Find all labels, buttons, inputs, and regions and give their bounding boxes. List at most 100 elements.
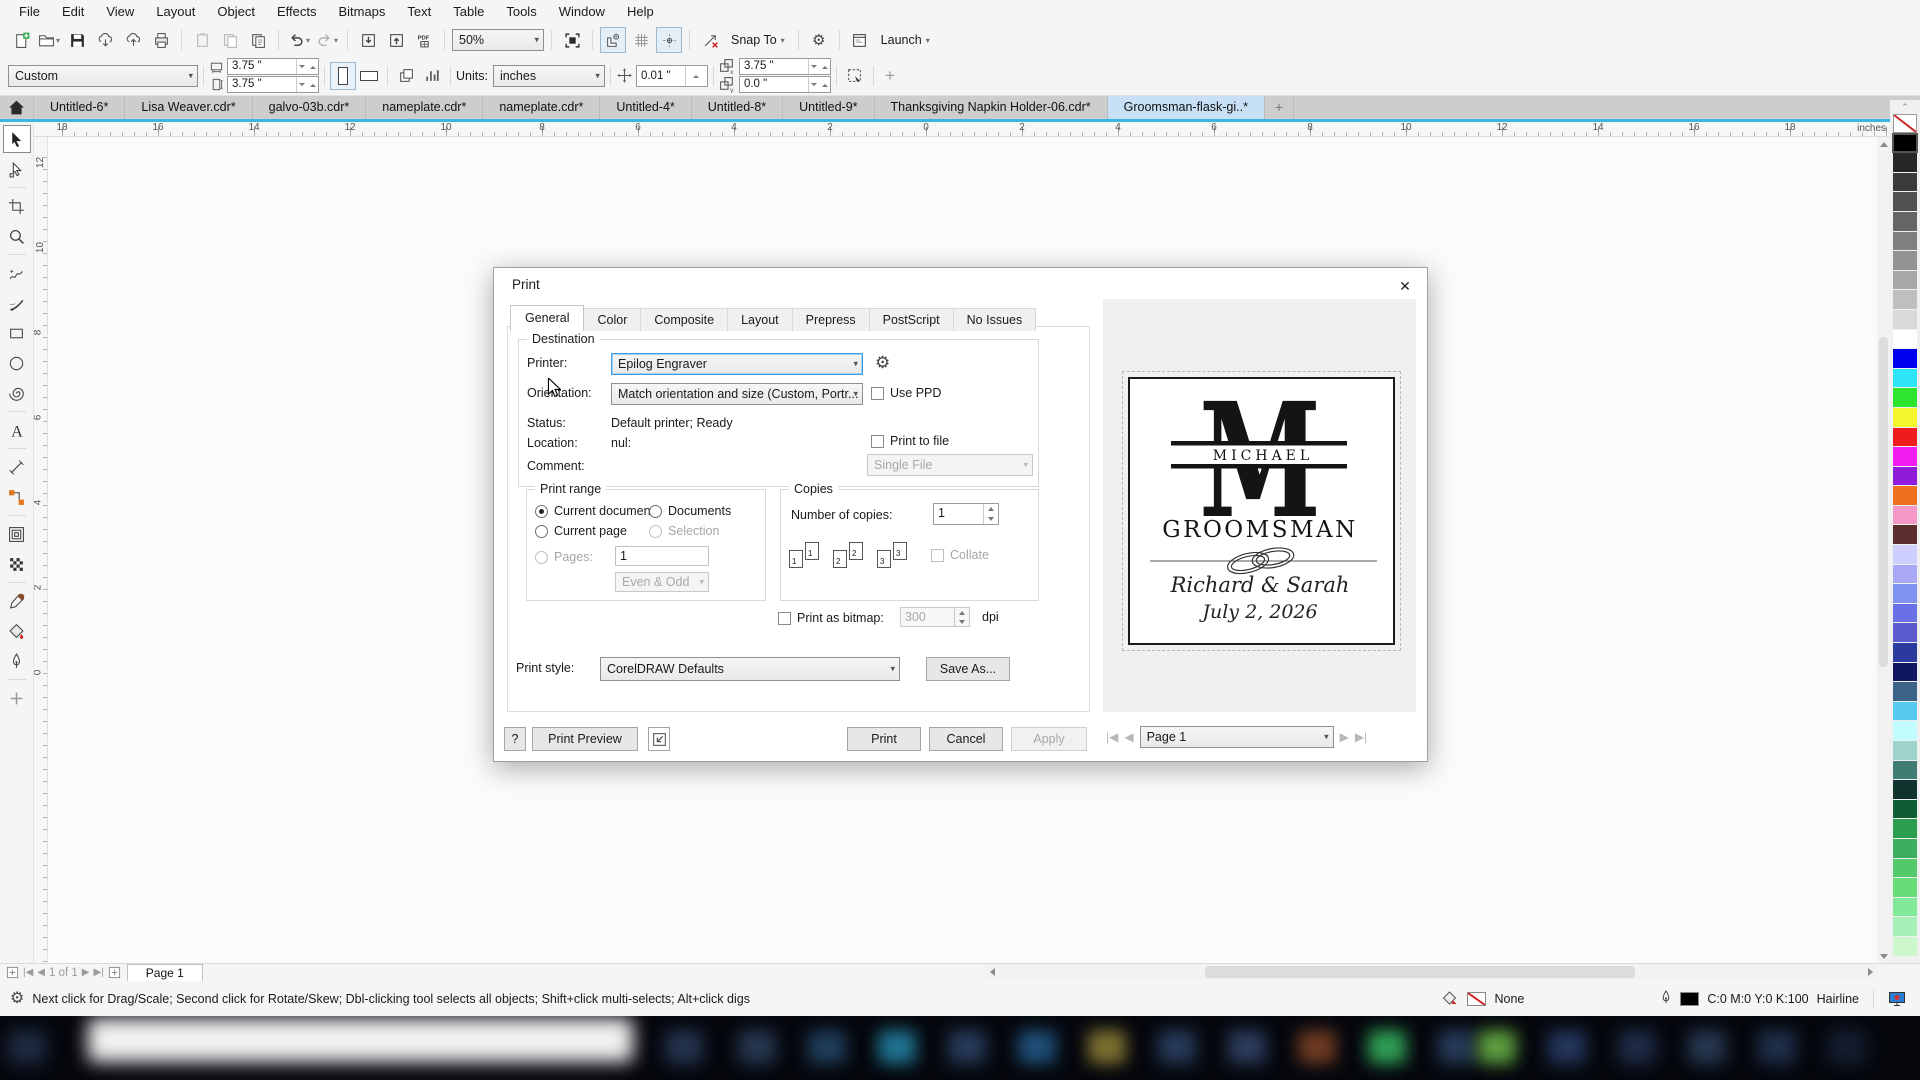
export-button[interactable] xyxy=(383,27,409,53)
color-swatch[interactable] xyxy=(1893,153,1917,172)
dialog-tab-postscript[interactable]: PostScript xyxy=(868,308,954,331)
taskbar-app-icon[interactable] xyxy=(1758,1030,1796,1064)
color-swatch[interactable] xyxy=(1893,270,1917,290)
print-button[interactable] xyxy=(148,27,174,53)
color-swatch[interactable] xyxy=(1893,584,1917,603)
spiral-tool[interactable] xyxy=(3,379,31,407)
palette-scroll-up[interactable]: ⌃ xyxy=(1890,100,1920,114)
color-swatch[interactable] xyxy=(1893,682,1917,701)
eyedropper-tool[interactable] xyxy=(3,587,31,615)
color-swatch[interactable] xyxy=(1893,290,1917,309)
first-page-button[interactable]: |◀ xyxy=(23,967,33,978)
horizontal-scroll-thumb[interactable] xyxy=(1205,966,1635,978)
color-swatch[interactable] xyxy=(1893,309,1917,329)
dialog-tab-color[interactable]: Color xyxy=(583,308,642,331)
color-swatch[interactable] xyxy=(1893,799,1917,819)
units-select[interactable]: inches xyxy=(492,64,605,87)
new-document-button[interactable] xyxy=(8,27,34,53)
color-swatch[interactable] xyxy=(1893,780,1917,799)
dialog-close-button[interactable]: ✕ xyxy=(1393,275,1417,297)
portrait-button[interactable] xyxy=(330,61,356,90)
rectangle-tool[interactable] xyxy=(3,319,31,347)
color-swatch[interactable] xyxy=(1893,662,1917,682)
dialog-tab-general[interactable]: General xyxy=(510,305,585,331)
scroll-left-arrow[interactable] xyxy=(985,964,999,980)
document-tab-thanksgiving-napkin-holder-06-cdr-[interactable]: Thanksgiving Napkin Holder-06.cdr* xyxy=(875,96,1108,119)
document-tab-untitled-9-[interactable]: Untitled-9* xyxy=(783,96,875,119)
artistic-media-tool[interactable] xyxy=(3,289,31,317)
document-tab-groomsman-flask-gi-[interactable]: Groomsman-flask-gi..* xyxy=(1107,96,1265,119)
color-swatch-none[interactable] xyxy=(1893,114,1917,133)
taskbar-app-icon[interactable] xyxy=(1618,1030,1656,1064)
dialog-tab-prepress[interactable]: Prepress xyxy=(791,308,870,331)
add-page-icon[interactable] xyxy=(6,966,19,979)
orientation-select[interactable]: Match orientation and size (Custom, Port… xyxy=(611,383,863,405)
welcome-screen-tab[interactable] xyxy=(0,96,34,119)
color-swatch[interactable] xyxy=(1893,603,1917,623)
taskbar-app-icon[interactable] xyxy=(8,1030,46,1064)
menu-tools[interactable]: Tools xyxy=(495,0,547,24)
cancel-button[interactable]: Cancel xyxy=(929,727,1003,751)
taskbar-app-icon[interactable] xyxy=(1298,1030,1336,1064)
connector-tool[interactable] xyxy=(3,483,31,511)
menu-window[interactable]: Window xyxy=(548,0,616,24)
menu-effects[interactable]: Effects xyxy=(266,0,328,24)
color-swatch[interactable] xyxy=(1893,388,1917,407)
documents-radio-row[interactable]: Documents xyxy=(649,504,731,518)
color-swatch[interactable] xyxy=(1893,211,1917,231)
current-page-radio[interactable] xyxy=(535,524,548,538)
print-to-file-checkbox[interactable] xyxy=(871,434,884,448)
taskbar-app-icon[interactable] xyxy=(1088,1030,1126,1064)
zoom-level-select[interactable]: 50% xyxy=(452,29,544,51)
windows-taskbar[interactable] xyxy=(0,1016,1920,1080)
fill-color-swatch[interactable] xyxy=(1467,991,1487,1006)
taskbar-app-icon[interactable] xyxy=(1018,1030,1056,1064)
current-page-settings-button[interactable] xyxy=(393,63,419,89)
taskbar-app-icon[interactable] xyxy=(1368,1030,1406,1064)
menu-layout[interactable]: Layout xyxy=(145,0,206,24)
show-grid-button[interactable] xyxy=(628,27,654,53)
color-proof-icon[interactable] xyxy=(1888,991,1906,1007)
scroll-up-arrow[interactable] xyxy=(1877,137,1890,151)
taskbar-app-icon[interactable] xyxy=(1688,1030,1726,1064)
text-tool[interactable]: A xyxy=(3,416,31,444)
page-dimensions-button[interactable] xyxy=(419,63,445,89)
color-swatch[interactable] xyxy=(1893,623,1917,643)
vertical-scrollbar[interactable] xyxy=(1877,137,1890,963)
page-height-field[interactable]: 3.75 " xyxy=(227,76,319,93)
freehand-tool[interactable] xyxy=(3,259,31,287)
save-as-button[interactable]: Save As... xyxy=(926,657,1010,681)
color-swatch[interactable] xyxy=(1893,897,1917,917)
options-button[interactable]: ⚙ xyxy=(806,27,832,53)
color-swatch[interactable] xyxy=(1893,251,1917,270)
landscape-button[interactable] xyxy=(356,62,382,90)
show-guidelines-button[interactable] xyxy=(656,27,682,53)
color-swatch[interactable] xyxy=(1893,466,1917,486)
color-swatch[interactable] xyxy=(1893,721,1917,740)
color-swatch[interactable] xyxy=(1893,505,1917,525)
page-width-field[interactable]: 3.75 " xyxy=(227,58,319,75)
color-swatch[interactable] xyxy=(1893,486,1917,505)
dialog-tab-composite[interactable]: Composite xyxy=(640,308,729,331)
duplicate-y-field[interactable]: 0.0 " xyxy=(738,76,831,93)
paste-button[interactable] xyxy=(245,27,271,53)
color-swatch[interactable] xyxy=(1893,819,1917,838)
use-ppd-row[interactable]: Use PPD xyxy=(871,386,941,400)
menu-text[interactable]: Text xyxy=(396,0,442,24)
color-swatch[interactable] xyxy=(1893,858,1917,878)
cloud-save-button[interactable] xyxy=(120,27,146,53)
page-size-preset-select[interactable]: Custom xyxy=(8,64,198,87)
current-page-radio-row[interactable]: Current page xyxy=(535,524,627,538)
shape-tool[interactable] xyxy=(3,155,31,183)
import-button[interactable] xyxy=(355,27,381,53)
customize-plus-icon[interactable]: + xyxy=(879,67,901,84)
color-swatch[interactable] xyxy=(1893,838,1917,858)
color-swatch[interactable] xyxy=(1893,760,1917,780)
taskbar-app-icon[interactable] xyxy=(878,1030,916,1064)
crop-tool[interactable] xyxy=(3,192,31,220)
menu-edit[interactable]: Edit xyxy=(51,0,95,24)
print-as-bitmap-checkbox[interactable] xyxy=(778,611,791,625)
page-tab[interactable]: Page 1 xyxy=(126,964,203,981)
menu-view[interactable]: View xyxy=(95,0,145,24)
color-swatch[interactable] xyxy=(1893,172,1917,192)
